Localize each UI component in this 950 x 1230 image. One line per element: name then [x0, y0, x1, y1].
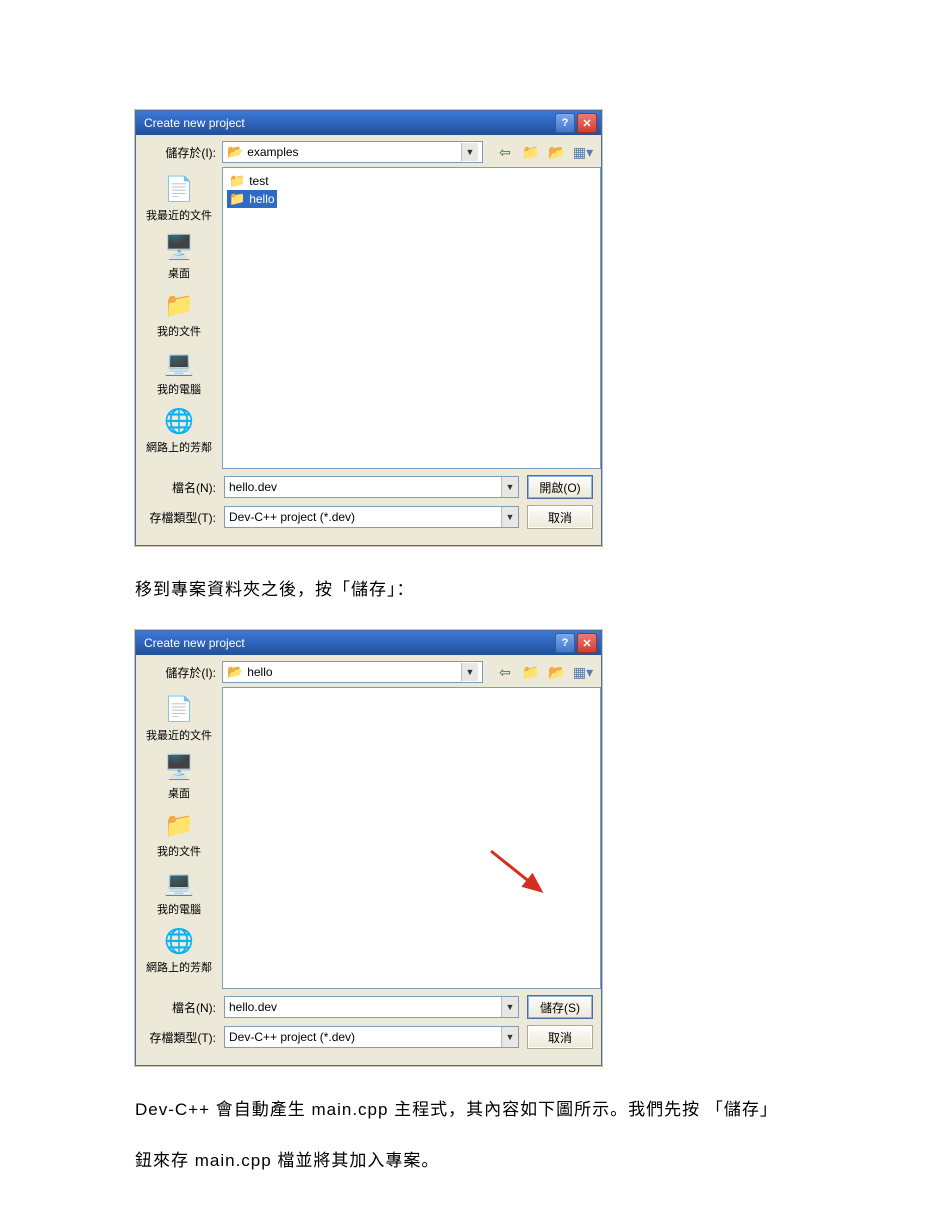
sidebar-item-label: 我最近的文件: [138, 727, 220, 743]
up-folder-icon[interactable]: 📁: [521, 142, 541, 162]
filename-label: 檔名(N):: [144, 999, 216, 1016]
places-sidebar: 📄 我最近的文件 🖥️ 桌面 📁 我的文件 💻 我的電腦 🌐 網路: [136, 167, 222, 469]
sidebar-item-label: 桌面: [138, 265, 220, 281]
sidebar-item-desktop[interactable]: 🖥️ 桌面: [138, 751, 220, 801]
computer-icon: 💻: [163, 347, 195, 379]
chevron-down-icon[interactable]: ▼: [501, 477, 518, 497]
sidebar-item-mycomputer[interactable]: 💻 我的電腦: [138, 347, 220, 397]
network-icon: 🌐: [163, 405, 195, 437]
filetype-value: Dev-C++ project (*.dev): [225, 507, 501, 527]
sidebar-item-label: 我的電腦: [138, 901, 220, 917]
sidebar-item-label: 我的電腦: [138, 381, 220, 397]
file-list[interactable]: [222, 687, 601, 989]
filename-value: hello.dev: [225, 997, 501, 1017]
up-folder-icon[interactable]: 📁: [521, 662, 541, 682]
list-item[interactable]: 📁 hello: [227, 190, 277, 208]
views-icon[interactable]: ▦▾: [573, 662, 593, 682]
folder-name: hello: [247, 665, 457, 679]
sidebar-item-label: 網路上的芳鄰: [138, 959, 220, 975]
dialog-create-project-2: Create new project ? ✕ 儲存於(I): 📂 hello ▼…: [135, 630, 602, 1066]
places-sidebar: 📄 我最近的文件 🖥️ 桌面 📁 我的文件 💻 我的電腦 🌐 網路: [136, 687, 222, 989]
titlebar[interactable]: Create new project ? ✕: [136, 111, 601, 135]
paragraph: 移到專案資料夾之後，按「儲存」：: [135, 574, 820, 606]
file-name: hello: [249, 192, 274, 206]
folder-name: examples: [247, 145, 457, 159]
sidebar-item-mydocs[interactable]: 📁 我的文件: [138, 289, 220, 339]
save-button[interactable]: 儲存(S): [527, 995, 593, 1019]
filetype-input[interactable]: Dev-C++ project (*.dev) ▼: [224, 1026, 519, 1048]
cancel-button[interactable]: 取消: [527, 505, 593, 529]
sidebar-item-network[interactable]: 🌐 網路上的芳鄰: [138, 925, 220, 975]
dialog-create-project-1: Create new project ? ✕ 儲存於(I): 📂 example…: [135, 110, 602, 546]
back-icon[interactable]: ⇦: [495, 142, 515, 162]
paragraph: 鈕來存 main.cpp 檔並將其加入專案。: [135, 1145, 820, 1177]
folder-icon: 📁: [229, 173, 245, 189]
sidebar-item-label: 網路上的芳鄰: [138, 439, 220, 455]
sidebar-item-network[interactable]: 🌐 網路上的芳鄰: [138, 405, 220, 455]
back-icon[interactable]: ⇦: [495, 662, 515, 682]
sidebar-item-label: 我的文件: [138, 843, 220, 859]
list-item[interactable]: 📁 test: [227, 172, 271, 190]
titlebar-text: Create new project: [144, 636, 245, 650]
chevron-down-icon[interactable]: ▼: [461, 663, 478, 681]
filename-value: hello.dev: [225, 477, 501, 497]
sidebar-item-mycomputer[interactable]: 💻 我的電腦: [138, 867, 220, 917]
filetype-label: 存檔類型(T):: [144, 509, 216, 526]
folder-dropdown[interactable]: 📂 hello ▼: [222, 661, 483, 683]
folder-open-icon: 📂: [227, 664, 243, 680]
sidebar-item-mydocs[interactable]: 📁 我的文件: [138, 809, 220, 859]
sidebar-item-label: 我的文件: [138, 323, 220, 339]
sidebar-item-label: 我最近的文件: [138, 207, 220, 223]
folder-dropdown[interactable]: 📂 examples ▼: [222, 141, 483, 163]
help-button[interactable]: ?: [555, 633, 575, 653]
save-in-label: 儲存於(I):: [144, 144, 216, 161]
filename-input[interactable]: hello.dev ▼: [224, 476, 519, 498]
help-button[interactable]: ?: [555, 113, 575, 133]
close-button[interactable]: ✕: [577, 113, 597, 133]
filetype-label: 存檔類型(T):: [144, 1029, 216, 1046]
recent-docs-icon: 📄: [163, 173, 195, 205]
desktop-icon: 🖥️: [163, 751, 195, 783]
sidebar-item-recent[interactable]: 📄 我最近的文件: [138, 693, 220, 743]
paragraph: Dev-C++ 會自動產生 main.cpp 主程式，其內容如下圖所示。我們先按…: [135, 1094, 820, 1126]
filename-label: 檔名(N):: [144, 479, 216, 496]
save-in-label: 儲存於(I):: [144, 664, 216, 681]
sidebar-item-desktop[interactable]: 🖥️ 桌面: [138, 231, 220, 281]
file-name: test: [249, 174, 268, 188]
computer-icon: 💻: [163, 867, 195, 899]
sidebar-item-label: 桌面: [138, 785, 220, 801]
views-icon[interactable]: ▦▾: [573, 142, 593, 162]
mydocs-icon: 📁: [163, 809, 195, 841]
folder-open-icon: 📂: [227, 144, 243, 160]
chevron-down-icon[interactable]: ▼: [501, 1027, 518, 1047]
open-button[interactable]: 開啟(O): [527, 475, 593, 499]
mydocs-icon: 📁: [163, 289, 195, 321]
filetype-input[interactable]: Dev-C++ project (*.dev) ▼: [224, 506, 519, 528]
filename-input[interactable]: hello.dev ▼: [224, 996, 519, 1018]
folder-icon: 📁: [229, 191, 245, 207]
filetype-value: Dev-C++ project (*.dev): [225, 1027, 501, 1047]
new-folder-icon[interactable]: 📂: [547, 142, 567, 162]
chevron-down-icon[interactable]: ▼: [501, 997, 518, 1017]
recent-docs-icon: 📄: [163, 693, 195, 725]
new-folder-icon[interactable]: 📂: [547, 662, 567, 682]
titlebar[interactable]: Create new project ? ✕: [136, 631, 601, 655]
chevron-down-icon[interactable]: ▼: [501, 507, 518, 527]
chevron-down-icon[interactable]: ▼: [461, 143, 478, 161]
close-button[interactable]: ✕: [577, 633, 597, 653]
titlebar-text: Create new project: [144, 116, 245, 130]
network-icon: 🌐: [163, 925, 195, 957]
sidebar-item-recent[interactable]: 📄 我最近的文件: [138, 173, 220, 223]
desktop-icon: 🖥️: [163, 231, 195, 263]
file-list[interactable]: 📁 test 📁 hello: [222, 167, 601, 469]
cancel-button[interactable]: 取消: [527, 1025, 593, 1049]
